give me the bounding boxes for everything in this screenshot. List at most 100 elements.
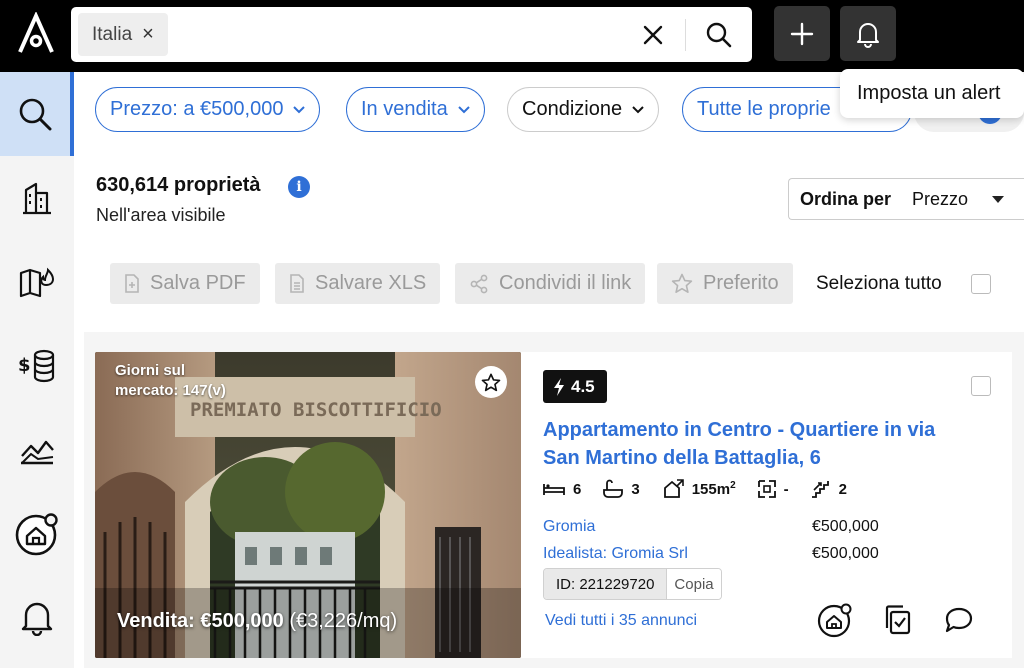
listing-card[interactable]: PREMIATO BISCOTTIFICIO Giorni sul mercat… xyxy=(95,352,1012,658)
save-pdf-label: Salva PDF xyxy=(150,272,246,294)
filter-condition[interactable]: Condizione xyxy=(507,87,660,132)
location-chip-label: Italia xyxy=(92,23,133,45)
feature-bathrooms-value: 3 xyxy=(631,480,640,498)
select-all-checkbox[interactable] xyxy=(971,274,991,294)
lightning-icon xyxy=(554,377,564,396)
filter-condition-label: Condizione xyxy=(522,98,623,120)
feature-area-number: 155m xyxy=(691,481,731,498)
sort-value: Prezzo xyxy=(912,188,969,209)
caret-down-icon xyxy=(992,196,1004,203)
sidebar-item-market-map[interactable] xyxy=(0,240,74,324)
search-icon xyxy=(706,22,732,48)
save-xls-button[interactable]: Salvare XLS xyxy=(275,263,441,304)
floor-plan-icon xyxy=(757,480,776,498)
listing-photo[interactable]: PREMIATO BISCOTTIFICIO Giorni sul mercat… xyxy=(95,352,521,658)
home-alert-button[interactable] xyxy=(817,602,853,638)
sidebar-item-analytics[interactable] xyxy=(0,408,74,492)
listing-price-per-sqm: (€3,226/mq) xyxy=(289,610,398,632)
alert-button[interactable] xyxy=(840,6,896,61)
select-all-label: Seleziona tutto xyxy=(816,273,942,294)
star-icon xyxy=(481,373,501,391)
svg-text:$: $ xyxy=(18,355,31,376)
results-subtitle: Nell'area visibile xyxy=(96,205,226,225)
feature-floors-value: 2 xyxy=(838,480,847,498)
copy-check-icon xyxy=(885,605,911,635)
filter-price-label: Prezzo: a €500,000 xyxy=(110,98,284,120)
listing-price: Vendita: €500,000 (€3,226/mq) xyxy=(117,610,397,633)
search-divider xyxy=(685,19,686,51)
buildings-icon xyxy=(23,182,51,215)
score-value: 4.5 xyxy=(571,376,595,396)
agent-price: €500,000 xyxy=(812,545,879,562)
sort-dropdown[interactable]: Ordina per Prezzo xyxy=(788,178,1024,220)
agent-link[interactable]: Idealista: Gromia Srl xyxy=(543,545,688,563)
chevron-down-icon xyxy=(458,105,470,113)
listing-price-value: Vendita: €500,000 xyxy=(117,610,284,632)
feature-area-value: 155m2 xyxy=(692,480,736,498)
sidebar-item-buildings[interactable] xyxy=(0,156,74,240)
star-icon xyxy=(671,273,693,293)
feature-area: 155m2 xyxy=(662,479,736,499)
logo-icon[interactable] xyxy=(14,11,58,56)
bell-icon xyxy=(857,22,879,48)
favorite-label: Preferito xyxy=(703,272,779,294)
top-bar: Italia × xyxy=(0,0,1024,72)
search-box[interactable]: Italia × xyxy=(71,7,752,62)
clear-search-button[interactable] xyxy=(637,19,669,51)
share-link-button[interactable]: Condividi il link xyxy=(455,263,646,304)
map-fire-icon xyxy=(19,267,55,298)
favorite-button[interactable]: Preferito xyxy=(657,263,793,304)
chip-remove-icon[interactable]: × xyxy=(142,23,154,46)
filter-property-type-label: Tutte le proprie xyxy=(697,98,831,120)
see-all-listings-link[interactable]: Vedi tutti i 35 annunci xyxy=(545,612,697,630)
alert-tooltip: Imposta un alert xyxy=(840,69,1024,118)
listing-checkbox[interactable] xyxy=(971,376,991,396)
filter-status-label: In vendita xyxy=(361,98,448,120)
bed-icon xyxy=(543,484,565,495)
agent-link[interactable]: Gromia xyxy=(543,518,595,536)
info-icon[interactable]: i xyxy=(288,176,310,198)
copy-id-button[interactable]: Copia xyxy=(666,569,721,599)
chevron-down-icon xyxy=(632,105,644,113)
save-pdf-button[interactable]: Salva PDF xyxy=(110,263,260,304)
chart-icon xyxy=(21,440,54,465)
filter-status[interactable]: In vendita xyxy=(346,87,485,132)
feature-bedrooms: 6 xyxy=(543,481,581,498)
listing-id-box: ID: 221229720 Copia xyxy=(543,568,722,600)
close-icon xyxy=(643,25,663,45)
listing-features: 6 3 155m2 - 2 xyxy=(543,479,869,499)
share-link-label: Condividi il link xyxy=(499,272,632,294)
sidebar-item-alerts[interactable] xyxy=(0,576,74,660)
xls-file-icon xyxy=(290,274,304,293)
agent-price: €500,000 xyxy=(812,518,879,535)
feature-floor-area: - xyxy=(757,480,789,498)
feature-floors: 2 xyxy=(811,480,847,498)
bell-icon xyxy=(21,602,53,636)
add-button[interactable] xyxy=(774,6,830,61)
listing-title[interactable]: Appartamento in Centro - Quartiere in vi… xyxy=(543,416,963,472)
sort-label: Ordina per xyxy=(800,188,892,209)
share-icon xyxy=(470,274,488,293)
sidebar-item-search[interactable] xyxy=(0,72,74,156)
plus-icon xyxy=(790,22,814,45)
feature-bedrooms-value: 6 xyxy=(573,480,582,498)
feature-area-unit: 2 xyxy=(730,480,736,491)
listing-id: ID: 221229720 xyxy=(544,569,667,599)
bath-icon xyxy=(603,479,624,498)
results-count: 630,614 proprietà xyxy=(96,174,261,196)
sidebar-item-home-alerts[interactable] xyxy=(0,492,74,576)
sign-text: PREMIATO BISCOTTIFICIO xyxy=(190,399,442,421)
contact-button[interactable] xyxy=(941,602,977,638)
sidebar: $ xyxy=(0,72,74,668)
score-badge: 4.5 xyxy=(543,370,607,403)
filter-price[interactable]: Prezzo: a €500,000 xyxy=(95,87,321,132)
search-icon xyxy=(19,98,52,131)
money-stack-icon: $ xyxy=(18,349,55,383)
search-button[interactable] xyxy=(701,17,737,53)
pdf-file-icon xyxy=(125,274,139,293)
sidebar-item-valuation[interactable]: $ xyxy=(0,324,74,408)
favorite-toggle[interactable] xyxy=(475,366,507,398)
days-on-market: Giorni sul mercato: 147(v) xyxy=(115,362,226,399)
compare-button[interactable] xyxy=(879,602,915,638)
location-chip[interactable]: Italia × xyxy=(78,13,168,56)
